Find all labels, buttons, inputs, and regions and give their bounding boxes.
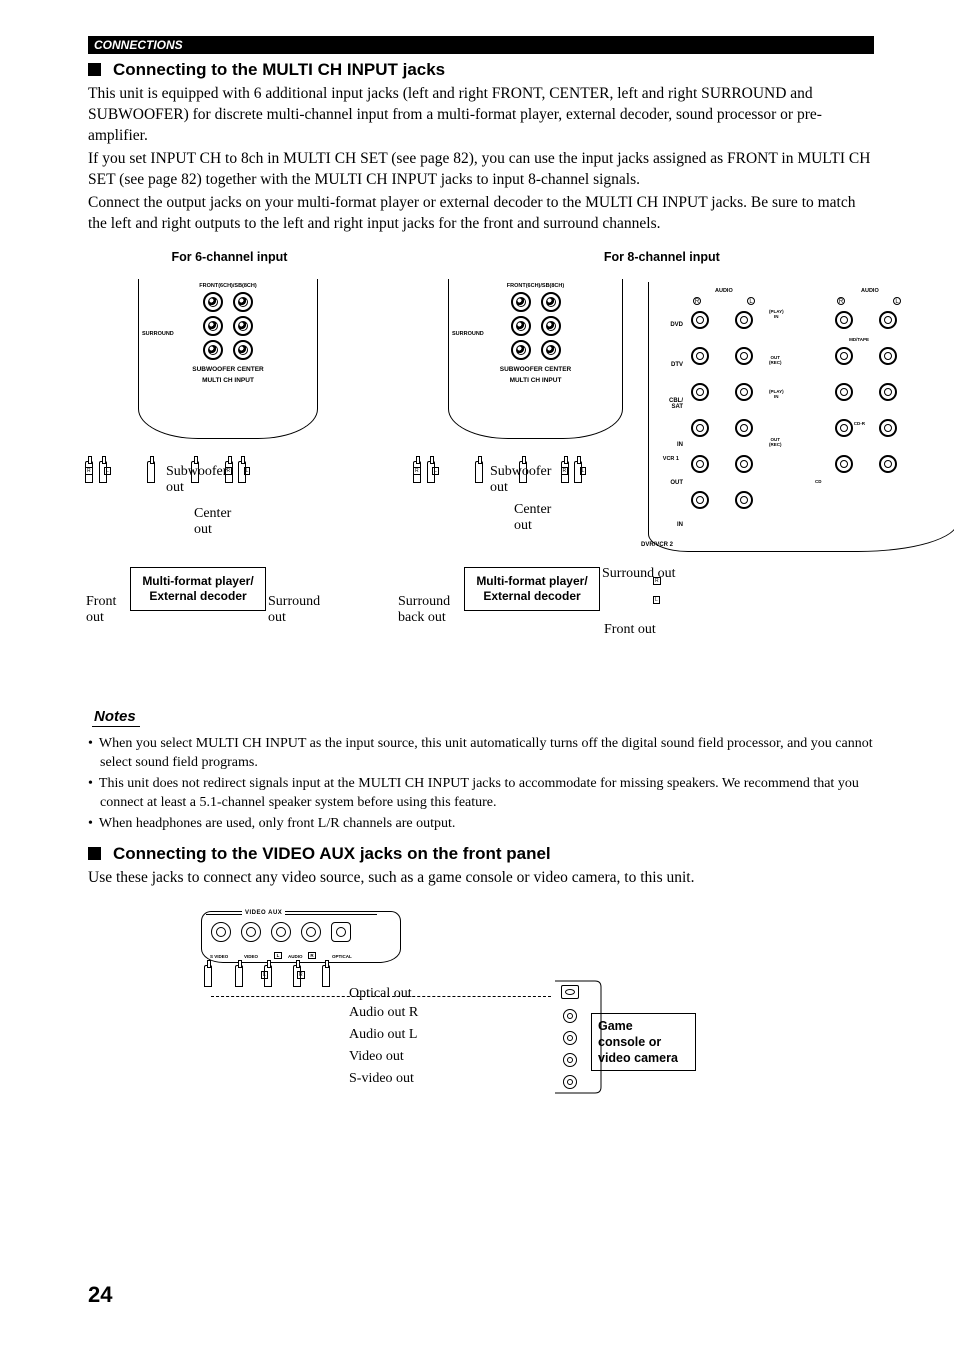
rca-jack bbox=[203, 340, 223, 360]
callout-sub-8: Subwooferout bbox=[490, 464, 551, 496]
plug-icon bbox=[204, 965, 212, 987]
audio-jack-panel: AUDIO AUDIO R L R L DVD DTV CBL/ SAT IN … bbox=[648, 282, 954, 552]
aux-svideo-jack bbox=[211, 922, 231, 942]
section-header-bar: CONNECTIONS bbox=[88, 36, 874, 54]
heading-bullet bbox=[88, 847, 101, 860]
rca-jack bbox=[203, 292, 223, 312]
callout-center: Centerout bbox=[194, 506, 231, 538]
caption-6ch: For 6-channel input bbox=[88, 250, 371, 264]
callout-fout: Front out bbox=[604, 622, 656, 638]
aux-head: VIDEO AUX bbox=[242, 910, 285, 916]
heading-bullet bbox=[88, 63, 101, 76]
jack-panel-6ch: FRONT(6CH)/SB(8CH) SURROUND SUBWOOFER CE… bbox=[138, 279, 318, 439]
aux-audio-l-jack bbox=[271, 922, 291, 942]
aux-video-jack bbox=[241, 922, 261, 942]
aux-optical-jack bbox=[331, 922, 351, 942]
aux-ar-label: Audio out R bbox=[349, 1005, 418, 1021]
rca-jack bbox=[233, 340, 253, 360]
aux-device-box: Game console or video camera bbox=[591, 1013, 696, 1072]
callout-sub: Subwooferout bbox=[166, 464, 227, 496]
jack-bottom-cap: SUBWOOFER CENTERMULTI CH INPUT bbox=[139, 365, 317, 386]
notes-list: When you select MULTI CH INPUT as the in… bbox=[88, 735, 874, 833]
section1-p2: If you set INPUT CH to 8ch in MULTI CH S… bbox=[88, 149, 874, 191]
section2-title: Connecting to the VIDEO AUX jacks on the… bbox=[113, 844, 551, 863]
section2-p: Use these jacks to connect any video sou… bbox=[88, 868, 874, 889]
callout-front: Frontout bbox=[86, 594, 116, 626]
rca-jack bbox=[233, 292, 253, 312]
section1-title: Connecting to the MULTI CH INPUT jacks bbox=[113, 60, 445, 79]
aux-svout-label: S-video out bbox=[349, 1071, 414, 1087]
jack-panel-8ch: FRONT(6CH)/SB(8CH) SURROUND SUBWOOFER CE… bbox=[448, 279, 623, 439]
section1-heading: Connecting to the MULTI CH INPUT jacks bbox=[88, 60, 874, 80]
note-item: This unit does not redirect signals inpu… bbox=[88, 775, 874, 812]
aux-vout-label: Video out bbox=[349, 1049, 404, 1065]
video-aux-diagram: VIDEO AUX S VIDEO VIDEO L AUDIO R OPTICA… bbox=[201, 903, 761, 1113]
page-number: 24 bbox=[88, 1282, 112, 1308]
rca-jack bbox=[233, 316, 253, 336]
rca-jack bbox=[203, 316, 223, 336]
section1-p1: This unit is equipped with 6 additional … bbox=[88, 84, 874, 147]
aux-al-label: Audio out L bbox=[349, 1027, 417, 1043]
caption-8ch: For 8-channel input bbox=[434, 250, 874, 264]
jack-top-lbl: FRONT(6CH)/SB(8CH) bbox=[139, 283, 317, 289]
aux-opt-label: Optical out bbox=[349, 986, 412, 1002]
notes-heading: Notes bbox=[92, 708, 140, 727]
aux-dashed-line bbox=[211, 996, 551, 997]
aux-jack-panel: VIDEO AUX S VIDEO VIDEO L AUDIO R OPTICA… bbox=[201, 911, 401, 963]
section1-p3: Connect the output jacks on your multi-f… bbox=[88, 193, 874, 235]
callout-sback: Surroundback out bbox=[398, 594, 450, 626]
callout-center-8: Centerout bbox=[514, 502, 551, 534]
decoder-box-8ch: Multi-format player/External decoder bbox=[464, 567, 600, 611]
jack-surround-lbl: SURROUND bbox=[142, 331, 174, 337]
plug-row-6ch: R L R L bbox=[88, 461, 368, 497]
aux-audio-r-jack bbox=[301, 922, 321, 942]
plug-icon bbox=[322, 965, 330, 987]
multich-diagram: FRONT(6CH)/SB(8CH) SURROUND SUBWOOFER CE… bbox=[88, 276, 874, 676]
plug-icon bbox=[235, 965, 243, 987]
note-item: When headphones are used, only front L/R… bbox=[88, 815, 874, 833]
decoder-box-6ch: Multi-format player/External decoder bbox=[130, 567, 266, 611]
section2-heading: Connecting to the VIDEO AUX jacks on the… bbox=[88, 844, 874, 864]
callout-surround: Surroundout bbox=[268, 594, 320, 626]
callout-sout: Surround out bbox=[602, 566, 676, 582]
note-item: When you select MULTI CH INPUT as the in… bbox=[88, 735, 874, 772]
